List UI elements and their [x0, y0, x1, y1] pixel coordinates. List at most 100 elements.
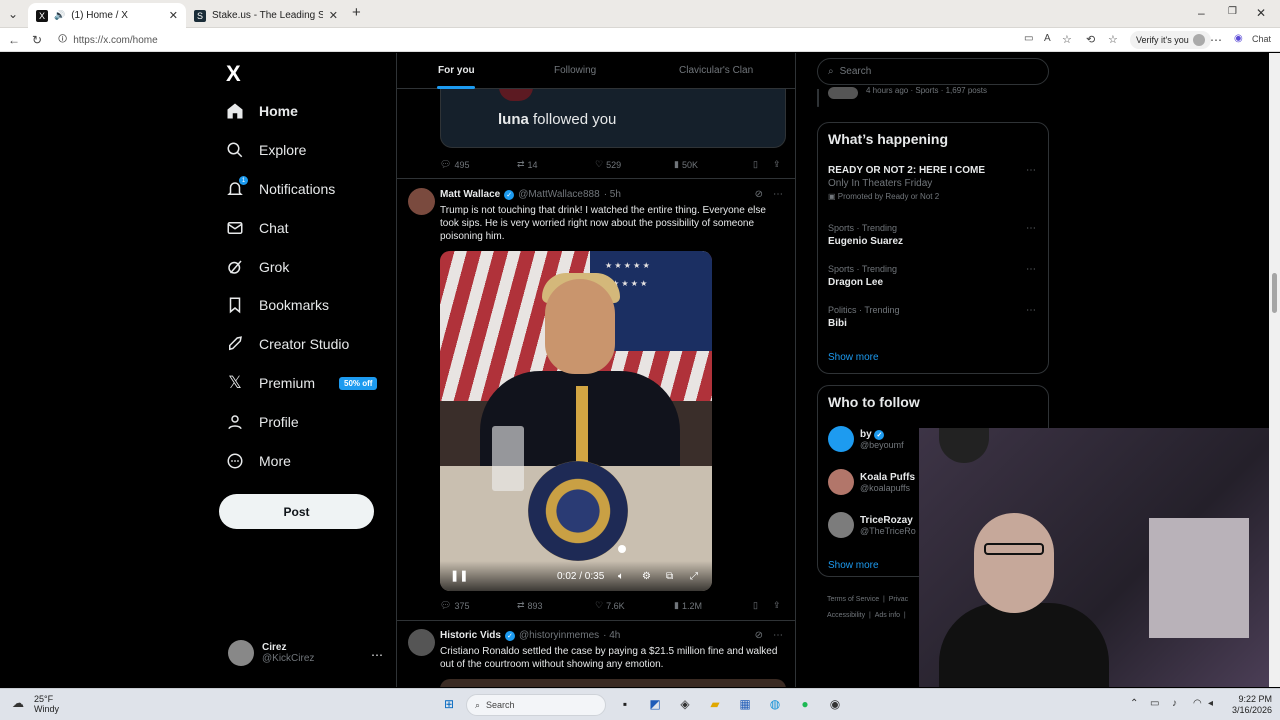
- verify-button[interactable]: Verify it's you: [1130, 31, 1211, 49]
- privacy-link[interactable]: Privac: [889, 596, 908, 603]
- nav-more[interactable]: More: [225, 446, 291, 476]
- settings-gear-icon[interactable]: ⚙: [642, 571, 651, 582]
- nav-notifications[interactable]: 1 Notifications: [225, 174, 335, 204]
- x-logo-icon[interactable]: X: [226, 61, 241, 87]
- like-button[interactable]: ♡ 529: [595, 159, 621, 170]
- nav-chat[interactable]: Chat: [225, 213, 289, 243]
- trend-item[interactable]: Politics · Trending Bibi ⋯: [828, 305, 1040, 329]
- browser-tab-x[interactable]: X 🔊 (1) Home / X ✕: [28, 3, 186, 28]
- back-icon[interactable]: ←: [8, 33, 20, 47]
- search-input[interactable]: ⌕ Search: [817, 58, 1049, 85]
- minimize-icon[interactable]: –: [1198, 6, 1205, 20]
- follow-suggestion[interactable]: TriceRozay @TheTriceRo: [828, 512, 916, 538]
- post-button[interactable]: Post: [219, 494, 374, 529]
- settings-more-icon[interactable]: ⋯: [1210, 33, 1222, 47]
- reply-button[interactable]: 💬︎ 495: [440, 159, 469, 170]
- new-tab-icon[interactable]: +: [352, 4, 361, 21]
- pause-icon[interactable]: ❚❚: [450, 569, 468, 582]
- spotify-icon[interactable]: ●: [796, 695, 814, 713]
- extension-icon[interactable]: ⟲: [1086, 33, 1095, 46]
- trend-item[interactable]: READY OR NOT 2: HERE I COME Only In Thea…: [828, 165, 1040, 201]
- more-dots-icon[interactable]: ⋯: [371, 648, 383, 662]
- avatar[interactable]: [408, 188, 435, 215]
- repost-button[interactable]: ⇄ 14: [517, 159, 538, 170]
- start-icon[interactable]: ⊞: [440, 695, 458, 713]
- more-dots-icon[interactable]: ⋯: [1026, 305, 1036, 316]
- post-time[interactable]: · 4h: [603, 630, 620, 641]
- author-name[interactable]: Matt Wallace: [440, 189, 500, 200]
- author-name[interactable]: Historic Vids: [440, 630, 501, 641]
- trend-item[interactable]: Sports · Trending Eugenio Suarez ⋯: [828, 223, 1040, 247]
- follow-suggestion[interactable]: Koala Puffs @koalapuffs: [828, 469, 915, 495]
- share-icon[interactable]: ⇪: [773, 600, 781, 611]
- views-button[interactable]: ▮ 1.2M: [674, 600, 702, 611]
- share-icon[interactable]: ⇪: [773, 159, 781, 170]
- site-info-icon[interactable]: 🛈: [58, 32, 67, 48]
- nav-creator-studio[interactable]: Creator Studio: [225, 329, 349, 359]
- windows-store-icon[interactable]: ▦: [736, 695, 754, 713]
- volume-slider-knob[interactable]: [618, 545, 626, 553]
- views-button[interactable]: ▮ 50K: [674, 159, 698, 170]
- nav-home[interactable]: Home: [225, 96, 298, 126]
- nav-grok[interactable]: Grok: [225, 252, 289, 282]
- page-scrollbar[interactable]: [1269, 53, 1280, 687]
- favorite-star-icon[interactable]: ☆: [1062, 33, 1072, 46]
- nav-profile[interactable]: Profile: [225, 407, 299, 437]
- tab-list-icon[interactable]: ⌄: [8, 7, 18, 21]
- app-icon[interactable]: ◈: [676, 695, 694, 713]
- more-dots-icon[interactable]: ⋯: [1026, 223, 1036, 234]
- obs-icon[interactable]: ◉: [826, 695, 844, 713]
- file-explorer-icon[interactable]: ▰: [706, 695, 724, 713]
- reply-button[interactable]: 💬︎ 375: [440, 600, 469, 611]
- grok-icon[interactable]: ⊘: [755, 189, 763, 200]
- restore-icon[interactable]: ❐: [1228, 6, 1237, 17]
- more-dots-icon[interactable]: ⋯: [1026, 264, 1036, 275]
- show-more-link[interactable]: Show more: [828, 352, 879, 363]
- volume-icon[interactable]: ◂: [1208, 698, 1213, 709]
- task-view-icon[interactable]: ▪: [616, 695, 634, 713]
- more-dots-icon[interactable]: ⋯: [773, 630, 783, 641]
- window-close-icon[interactable]: ✕: [1256, 6, 1266, 20]
- bookmark-icon[interactable]: ▯: [753, 600, 758, 611]
- like-button[interactable]: ♡ 7.6K: [595, 600, 625, 611]
- tab-for-you[interactable]: For you: [438, 65, 475, 76]
- nav-explore[interactable]: Explore: [225, 135, 306, 165]
- show-more-link[interactable]: Show more: [828, 560, 879, 571]
- url-field[interactable]: 🛈 https://x.com/home: [50, 31, 1010, 49]
- terms-link[interactable]: Terms of Service: [827, 596, 879, 603]
- edge-icon[interactable]: ◍: [766, 695, 784, 713]
- follow-suggestion[interactable]: by ✓ @beyoumf: [828, 426, 904, 452]
- author-handle[interactable]: @historyinmemes: [519, 630, 599, 641]
- account-switcher[interactable]: Cirez @KickCirez: [228, 640, 314, 666]
- wifi-icon[interactable]: ◠: [1193, 698, 1202, 709]
- system-clock[interactable]: 9:22 PM 3/16/2026: [1222, 694, 1272, 716]
- close-icon[interactable]: ✕: [169, 9, 178, 22]
- taskbar-search[interactable]: ⌕ Search: [466, 694, 606, 716]
- repost-button[interactable]: ⇄ 893: [517, 600, 543, 611]
- picture-in-picture-icon[interactable]: ⧉: [666, 571, 673, 582]
- ads-info-link[interactable]: Ads info: [875, 612, 900, 619]
- read-aloud-icon[interactable]: A: [1044, 33, 1051, 44]
- post-time[interactable]: · 5h: [604, 189, 621, 200]
- browser-tab-stake[interactable]: S Stake.us - The Leading Social Casino ✕: [186, 3, 346, 28]
- close-icon[interactable]: ✕: [329, 9, 338, 22]
- accessibility-link[interactable]: Accessibility: [827, 612, 865, 619]
- weather-widget[interactable]: 25°F Windy: [34, 694, 59, 714]
- volume-icon[interactable]: 🔈︎: [618, 571, 624, 582]
- tray-chevron-icon[interactable]: ⌃: [1130, 698, 1138, 709]
- reload-icon[interactable]: ↻: [32, 33, 42, 47]
- trend-snippet-card[interactable]: 4 hours ago · Sports · 1,697 posts: [817, 86, 987, 107]
- fullscreen-icon[interactable]: ⤢: [690, 571, 698, 582]
- scrollbar-thumb[interactable]: [1272, 273, 1277, 313]
- author-handle[interactable]: @MattWallace888: [518, 189, 599, 200]
- quoted-card[interactable]: luna followed you: [440, 88, 786, 148]
- grok-icon[interactable]: ⊘: [755, 630, 763, 641]
- nav-premium[interactable]: 𝕏 Premium 50% off: [225, 368, 378, 398]
- more-dots-icon[interactable]: ⋯: [1026, 165, 1036, 176]
- video-player[interactable]: ★ ★ ★ ★ ★ ★ ★ ★ ★ ❚❚ 0:02 / 0:35 🔈︎ ⚙ ⧉ …: [440, 251, 712, 591]
- mic-icon[interactable]: ♪: [1172, 698, 1177, 709]
- weather-icon[interactable]: ☁: [12, 696, 24, 710]
- store-icon[interactable]: ◩: [646, 695, 664, 713]
- tab-following[interactable]: Following: [554, 65, 596, 76]
- nav-bookmarks[interactable]: Bookmarks: [225, 290, 329, 320]
